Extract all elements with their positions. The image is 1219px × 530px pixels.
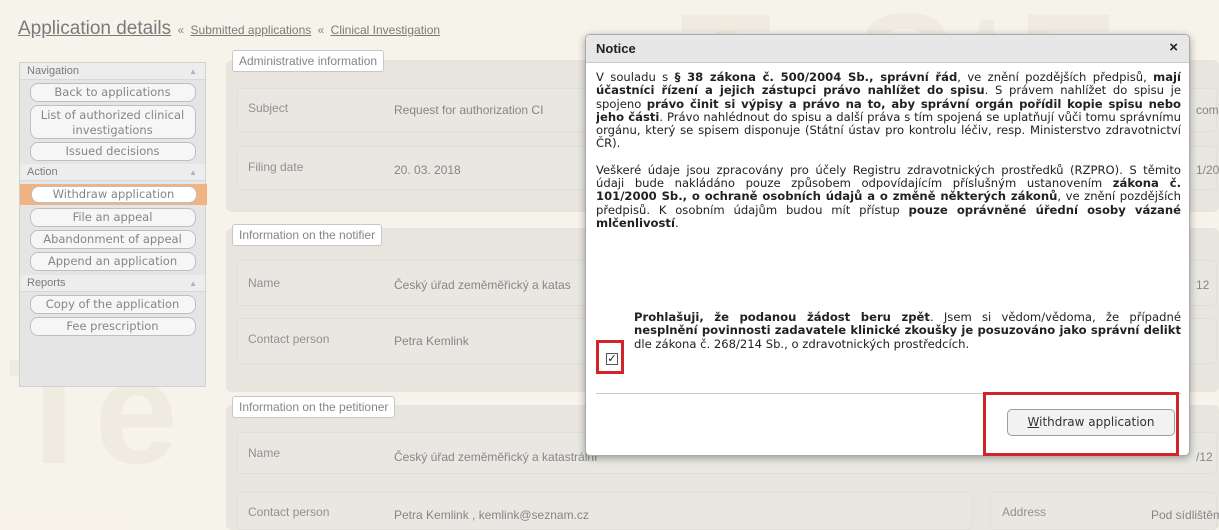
notice-paragraph-data-processing: Veškeré údaje jsou zpracovány pro účely … <box>596 162 1181 230</box>
withdraw-declaration-text: Prohlašuji, že podanou žádost beru zpět.… <box>634 310 1181 351</box>
notice-paragraph-records: V souladu s § 38 zákona č. 500/2004 Sb.,… <box>596 71 1181 151</box>
notice-dialog: Notice × V souladu s § 38 zákona č. 500/… <box>585 34 1190 456</box>
dialog-body: V souladu s § 38 zákona č. 500/2004 Sb.,… <box>596 71 1181 380</box>
close-icon[interactable]: × <box>1169 39 1178 56</box>
checkbox-highlight: ✓ <box>596 340 624 374</box>
button-highlight: Withdraw application <box>983 392 1179 456</box>
withdraw-button-label: Withdraw application <box>1027 415 1155 429</box>
dialog-title: Notice <box>596 41 636 56</box>
declaration-checkbox[interactable]: ✓ <box>606 353 618 365</box>
withdraw-application-confirm-button[interactable]: Withdraw application <box>1007 409 1175 436</box>
dialog-header[interactable]: Notice × <box>586 35 1189 63</box>
